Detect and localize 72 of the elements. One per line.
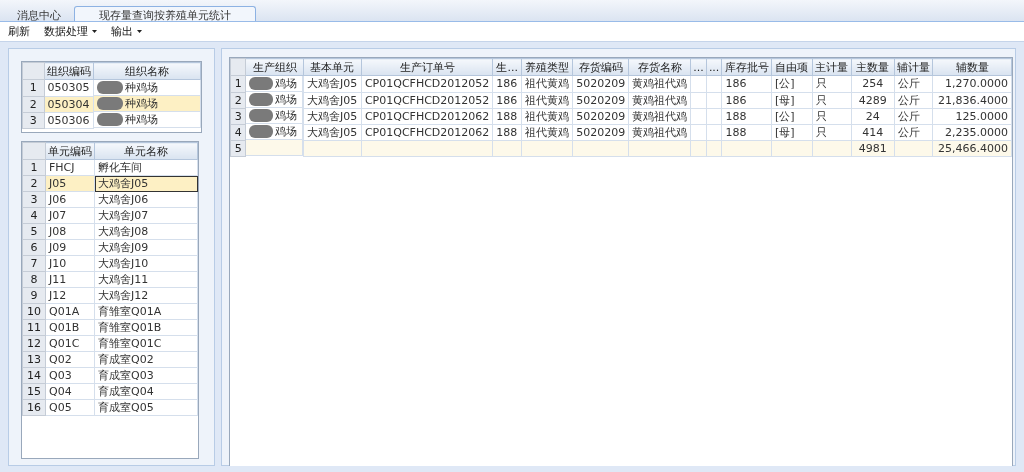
corner-cell [230,58,246,76]
column-header: 存货编码 [572,58,629,76]
table-cell[interactable]: 大鸡舍J12 [94,287,198,304]
toolbar-button[interactable]: 数据处理 [42,25,99,38]
table-cell[interactable]: 种鸡场 [124,112,158,127]
column-header: 辅数量 [932,58,1012,76]
column-header: 主计量 [812,58,852,76]
table-cell[interactable]: 大鸡舍J11 [94,271,198,288]
table-cell[interactable]: 大鸡舍J08 [94,223,198,240]
redaction-mark [249,125,274,138]
table-cell[interactable]: 育成室Q04 [94,383,198,400]
column-header: 生产组织 [245,58,304,76]
table-cell[interactable]: Q01C [45,335,95,352]
column-header: 辅计量 [894,58,933,76]
caret-icon [137,30,142,33]
table-cell[interactable]: J09 [45,239,95,256]
table-cell[interactable]: 大鸡舍J07 [94,207,198,224]
table-cell[interactable]: Q01B [45,319,95,336]
table-cell[interactable]: 育雏室Q01C [94,335,198,352]
table-cell[interactable]: 鸡场 [275,92,298,107]
table-cell[interactable]: J12 [45,287,95,304]
column-header: 主数量 [851,58,895,76]
table-cell[interactable]: J11 [45,271,95,288]
table-cell[interactable]: 育成室Q03 [94,367,198,384]
redaction-mark [96,113,123,126]
redaction-mark [249,109,274,122]
table-cell[interactable]: Q04 [45,383,95,400]
redaction-mark [96,97,123,110]
column-header: 单元名称 [94,142,198,160]
table-cell[interactable]: Q03 [45,367,95,384]
toolbar-button[interactable]: 输出 [109,25,144,38]
table-cell[interactable]: 育成室Q02 [94,351,198,368]
table-cell[interactable]: 育成室Q05 [94,399,198,416]
table-cell[interactable]: 大鸡舍J10 [94,255,198,272]
table-cell[interactable]: Q05 [45,399,95,416]
table-cell[interactable]: 种鸡场 [124,80,158,95]
table-cell[interactable]: 大鸡舍J09 [94,239,198,256]
column-header: 存货名称 [628,58,691,76]
redaction-mark [96,81,123,94]
table-cell[interactable]: 050306 [44,112,94,128]
corner-cell [22,142,46,160]
table-cell[interactable]: Q02 [45,351,95,368]
tab[interactable]: 消息中心 [6,6,72,21]
column-header: 组织编码 [44,62,94,80]
caret-icon [92,30,97,33]
table-cell[interactable]: 大鸡舍J06 [94,191,198,208]
column-header: 自由项 [771,58,813,76]
table-cell[interactable]: J06 [45,191,95,208]
table-cell[interactable]: 孵化车间 [94,159,198,176]
table-cell[interactable]: J10 [45,255,95,272]
column-header: 生产订单号 [361,58,493,76]
table-cell[interactable]: J07 [45,207,95,224]
table-cell[interactable]: 鸡场 [275,124,298,139]
table-cell[interactable]: Q01A [45,303,95,320]
redaction-mark [249,93,274,106]
column-header: 基本单元 [303,58,362,76]
toolbar-button[interactable]: 刷新 [6,25,32,38]
column-header: 单元编码 [45,142,95,160]
table-cell[interactable]: FHCJ [45,159,95,176]
table-cell[interactable]: 鸡场 [275,76,298,91]
table-cell[interactable]: 育雏室Q01A [94,303,198,320]
table-cell[interactable]: 050305 [44,79,94,96]
table-cell[interactable]: J08 [45,223,95,240]
column-header: 养殖类型 [521,58,573,76]
column-header: 生... [492,58,522,76]
table-cell[interactable]: 鸡场 [275,108,298,123]
column-header: 库存批号 [722,58,772,76]
redaction-mark [249,77,274,90]
tab[interactable]: 现存量查询按养殖单元统计 [74,6,256,21]
table-cell[interactable]: 育雏室Q01B [94,319,198,336]
corner-cell [22,62,45,80]
column-header: 组织名称 [93,62,201,80]
